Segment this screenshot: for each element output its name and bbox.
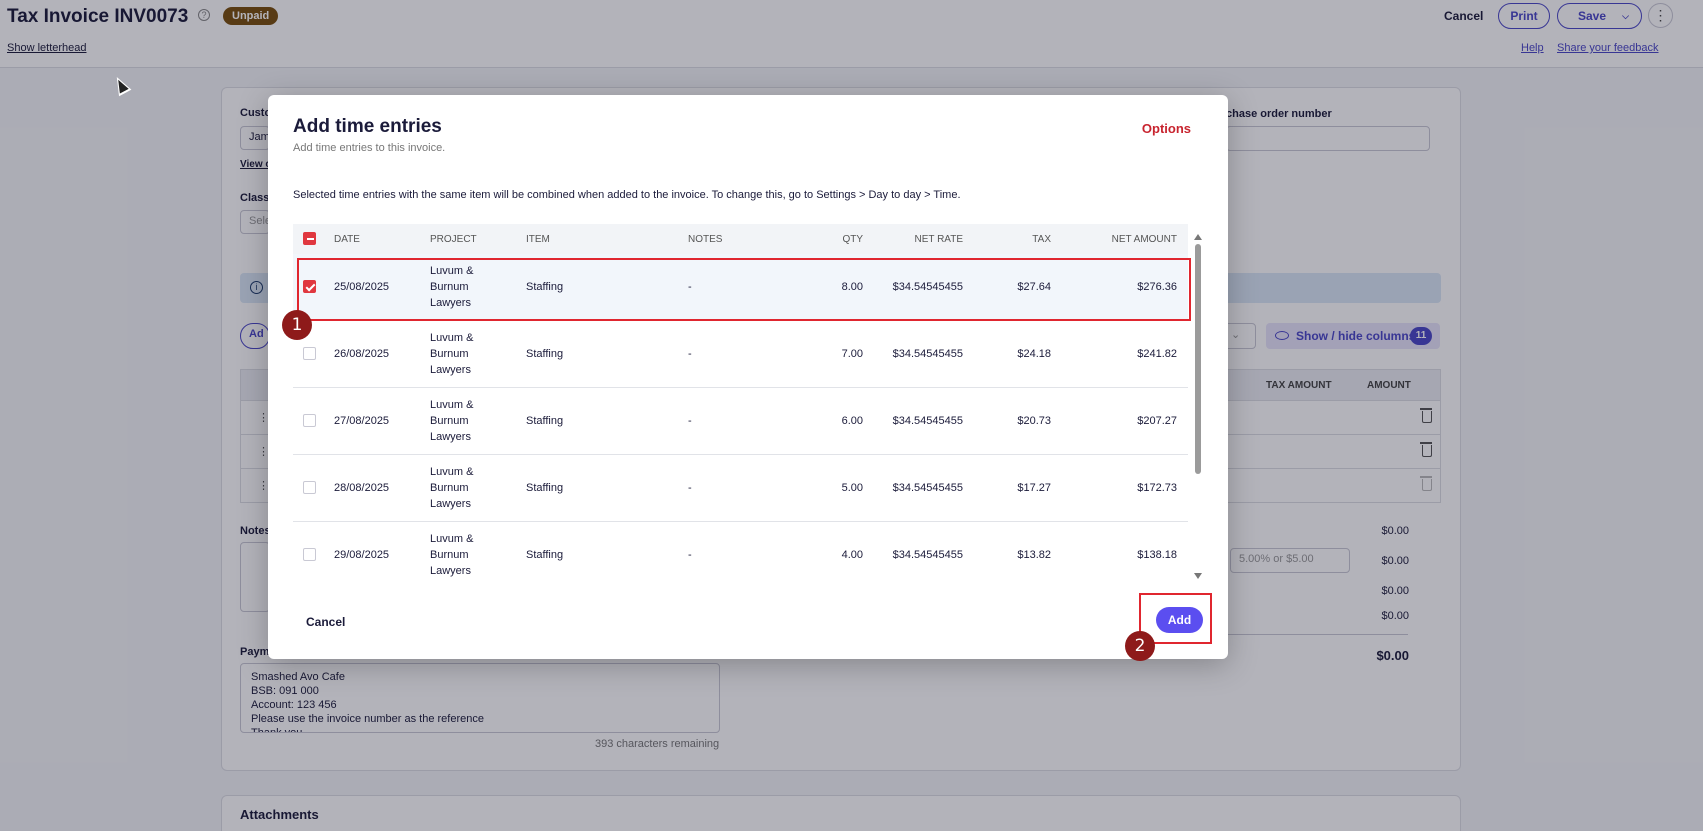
row-checkbox[interactable] — [303, 347, 316, 360]
col-item[interactable]: ITEM — [526, 234, 550, 245]
table-header: DATE PROJECT ITEM NOTES QTY NET RATE TAX… — [293, 224, 1188, 254]
row-tax: $13.82 — [1017, 549, 1051, 561]
row-date: 28/08/2025 — [334, 482, 390, 494]
highlight-box-row — [297, 258, 1191, 321]
modal-cancel-button[interactable]: Cancel — [306, 615, 345, 629]
scroll-thumb[interactable] — [1195, 244, 1201, 474]
add-time-entries-modal: Add time entries Add time entries to thi… — [268, 95, 1228, 659]
row-item: Staffing — [526, 348, 564, 360]
step-marker-1: 1 — [282, 310, 312, 340]
row-checkbox[interactable] — [303, 548, 316, 561]
row-qty: 6.00 — [841, 415, 863, 427]
row-item: Staffing — [526, 549, 564, 561]
row-checkbox[interactable] — [303, 481, 316, 494]
row-rate: $34.54545455 — [892, 549, 963, 561]
row-project: Luvum & Burnum Lawyers — [430, 332, 474, 376]
row-date: 27/08/2025 — [334, 415, 390, 427]
row-amount: $138.18 — [1137, 549, 1177, 561]
table-row[interactable]: 27/08/2025 Luvum & Burnum Lawyers Staffing… — [293, 388, 1188, 455]
row-tax: $20.73 — [1017, 415, 1051, 427]
modal-note: Selected time entries with the same item… — [293, 189, 961, 201]
row-rate: $34.54545455 — [892, 415, 963, 427]
table-row[interactable]: 29/08/2025 Luvum & Burnum Lawyers Staffing… — [293, 522, 1188, 581]
col-project[interactable]: PROJECT — [430, 234, 477, 245]
col-qty[interactable]: QTY — [823, 234, 863, 245]
row-notes: - — [688, 415, 692, 427]
row-qty: 7.00 — [841, 348, 863, 360]
col-date[interactable]: DATE — [334, 234, 360, 245]
row-project: Luvum & Burnum Lawyers — [430, 466, 474, 510]
row-amount: $207.27 — [1137, 415, 1177, 427]
modal-title: Add time entries — [293, 116, 442, 137]
row-qty: 5.00 — [841, 482, 863, 494]
row-amount: $172.73 — [1137, 482, 1177, 494]
row-date: 29/08/2025 — [334, 549, 390, 561]
row-project: Luvum & Burnum Lawyers — [430, 399, 474, 443]
row-notes: - — [688, 482, 692, 494]
scroll-down-icon[interactable] — [1194, 573, 1202, 579]
col-net-rate[interactable]: NET RATE — [883, 234, 963, 245]
row-amount: $241.82 — [1137, 348, 1177, 360]
row-notes: - — [688, 549, 692, 561]
step-marker-2: 2 — [1125, 631, 1155, 661]
table-row[interactable]: 28/08/2025 Luvum & Burnum Lawyers Staffing… — [293, 455, 1188, 522]
col-tax[interactable]: TAX — [1003, 234, 1051, 245]
table-scrollbar[interactable] — [1194, 234, 1202, 579]
row-rate: $34.54545455 — [892, 482, 963, 494]
select-all-checkbox[interactable] — [303, 232, 316, 245]
row-notes: - — [688, 348, 692, 360]
row-item: Staffing — [526, 482, 564, 494]
row-tax: $17.27 — [1017, 482, 1051, 494]
options-button[interactable]: Options — [1142, 121, 1191, 136]
col-notes[interactable]: NOTES — [688, 234, 722, 245]
row-item: Staffing — [526, 415, 564, 427]
row-checkbox[interactable] — [303, 414, 316, 427]
scroll-up-icon[interactable] — [1194, 234, 1202, 240]
row-tax: $24.18 — [1017, 348, 1051, 360]
col-net-amount[interactable]: NET AMOUNT — [1073, 234, 1177, 245]
row-date: 26/08/2025 — [334, 348, 390, 360]
row-project: Luvum & Burnum Lawyers — [430, 533, 474, 577]
table-row[interactable]: 26/08/2025 Luvum & Burnum Lawyers Staffing… — [293, 321, 1188, 388]
row-rate: $34.54545455 — [892, 348, 963, 360]
modal-subtitle: Add time entries to this invoice. — [293, 142, 446, 154]
row-qty: 4.00 — [841, 549, 863, 561]
